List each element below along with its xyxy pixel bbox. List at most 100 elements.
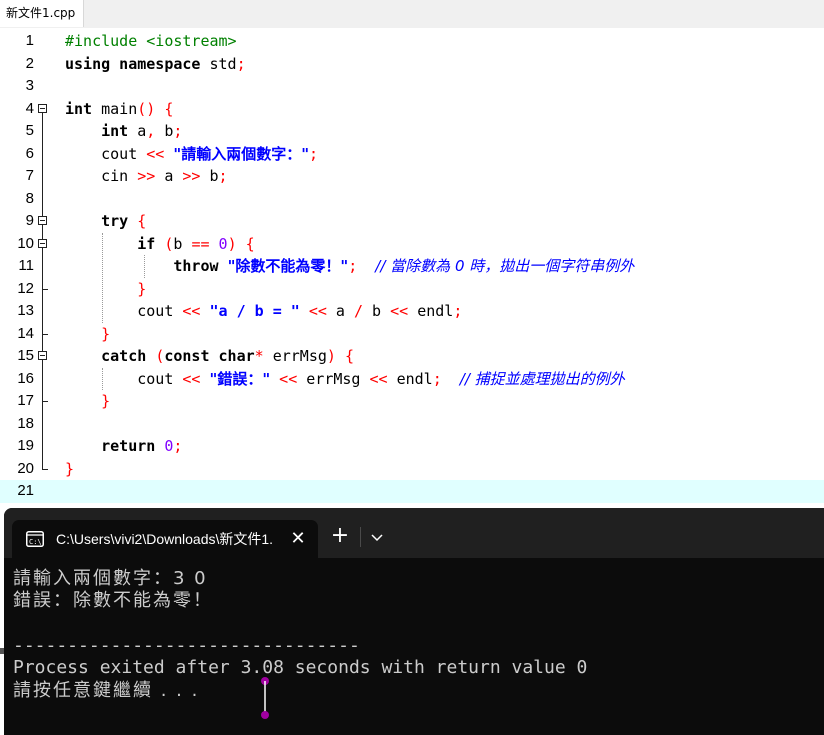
code-token: ; xyxy=(173,437,183,455)
line-number: 6 xyxy=(25,144,34,162)
code-token: ; xyxy=(453,302,463,320)
code-text: int a, b; xyxy=(65,120,182,142)
code-line[interactable]: 14 } xyxy=(0,323,824,346)
code-text: int main() { xyxy=(65,98,173,120)
code-line[interactable]: 21 xyxy=(0,480,824,503)
new-tab-button[interactable]: + xyxy=(329,525,351,547)
code-token: try xyxy=(101,212,129,230)
code-token: ; xyxy=(236,54,246,73)
code-text: #include <iostream> xyxy=(65,30,237,52)
code-token: b xyxy=(173,234,192,253)
code-token: int xyxy=(101,122,129,140)
indent-guide xyxy=(102,232,103,323)
editor-tab-strip: 新文件1.cpp xyxy=(0,0,824,29)
code-token: ; xyxy=(432,369,442,388)
line-number: 21 xyxy=(17,482,34,499)
code-line[interactable]: 4 int main() { xyxy=(0,98,824,121)
code-text: } xyxy=(65,278,146,300)
code-line[interactable]: 3 xyxy=(0,75,824,98)
code-line[interactable]: 10 if (b == 0) { xyxy=(0,233,824,256)
code-token: cin xyxy=(65,167,138,185)
code-text: cout << "a / b = " << a / b << endl; xyxy=(65,300,462,322)
fold-toggle-icon[interactable] xyxy=(38,103,47,113)
code-token: #include <iostream> xyxy=(65,32,237,50)
code-token: a xyxy=(155,167,183,185)
code-line[interactable]: 20} xyxy=(0,458,824,481)
code-text: if (b == 0) { xyxy=(65,233,254,255)
code-text: cout << "錯誤：" << errMsg << endl; // 捕捉並處… xyxy=(65,368,625,390)
code-text: using namespace std; xyxy=(65,53,246,75)
code-token: == xyxy=(191,234,210,253)
line-number: 20 xyxy=(17,459,34,477)
code-text: } xyxy=(65,390,110,412)
code-text: cout << "請輸入兩個數字："; xyxy=(65,143,318,165)
code-line[interactable]: 19 return 0; xyxy=(0,435,824,458)
line-number: 4 xyxy=(25,99,34,117)
fold-toggle-icon[interactable] xyxy=(38,351,47,360)
console-line: 請按任意鍵繼續 . . . xyxy=(13,679,200,701)
code-line[interactable]: 9 try { xyxy=(0,210,824,233)
fold-toggle-icon[interactable] xyxy=(38,238,47,248)
code-line[interactable]: 8 xyxy=(0,188,824,211)
code-token: >> xyxy=(182,167,201,185)
code-token: throw xyxy=(173,257,219,275)
code-token: ; xyxy=(309,144,319,163)
code-line[interactable]: 18 xyxy=(0,413,824,436)
console-tab[interactable]: C:\ C:\Users\vivi2\Downloads\新文件1.exe ✕ xyxy=(12,520,318,558)
code-token: errMsg xyxy=(263,347,327,365)
code-line[interactable]: 5 int a, b; xyxy=(0,120,824,143)
code-line[interactable]: 13 cout << "a / b = " << a / b << endl; xyxy=(0,300,824,323)
fold-end-marker xyxy=(42,288,48,290)
code-token: b xyxy=(200,167,219,185)
code-token: cout xyxy=(65,369,183,388)
close-tab-button[interactable]: ✕ xyxy=(288,529,308,549)
line-number: 2 xyxy=(25,54,34,72)
line-number: 12 xyxy=(17,279,34,297)
code-line[interactable]: 15 catch (const char* errMsg) { xyxy=(0,345,824,368)
line-number: 11 xyxy=(18,257,34,274)
file-tab[interactable]: 新文件1.cpp xyxy=(0,0,85,27)
code-token: * xyxy=(254,347,264,365)
code-line[interactable]: 16 cout << "錯誤：" << errMsg << endl; // 捕… xyxy=(0,368,824,391)
line-number: 16 xyxy=(17,369,34,387)
code-line[interactable]: 11 throw "除數不能為零！"; // 當除數為 0 時，拋出一個字符串例… xyxy=(0,255,824,278)
code-line[interactable]: 6 cout << "請輸入兩個數字："; xyxy=(0,143,824,166)
code-token: ; xyxy=(348,257,358,275)
console-line: 錯誤：除數不能為零！ xyxy=(13,590,213,612)
code-line[interactable]: 7 cin >> a >> b; xyxy=(0,165,824,188)
console-line: 請輸入兩個數字：3 0 xyxy=(13,568,208,589)
chevron-down-icon[interactable] xyxy=(368,527,386,547)
code-token: "錯誤：" xyxy=(209,369,271,388)
code-token: ( xyxy=(155,347,165,365)
code-token: << xyxy=(146,144,165,163)
console-output[interactable]: 請輸入兩個數字：3 0 錯誤：除數不能為零！ -------------------… xyxy=(4,558,824,735)
code-token: const char xyxy=(164,347,255,365)
code-line[interactable]: 1 #include <iostream> xyxy=(0,30,824,53)
code-line[interactable]: 17 } xyxy=(0,390,824,413)
code-token: { xyxy=(137,212,147,230)
code-editor[interactable]: 1 #include <iostream> 2 using namespace std… xyxy=(0,28,824,506)
code-token: << xyxy=(279,369,298,388)
code-token: // 捕捉並處理拋出的例外 xyxy=(459,369,625,388)
fold-toggle-icon[interactable] xyxy=(38,216,47,225)
title-separator xyxy=(360,527,361,547)
terminal-icon: C:\ xyxy=(26,531,44,552)
code-line[interactable]: 2 using namespace std; xyxy=(0,53,824,76)
fold-end-marker xyxy=(42,401,48,402)
code-line[interactable]: 12 } xyxy=(0,278,824,301)
code-token: } xyxy=(101,324,111,343)
indent-guide xyxy=(144,255,145,278)
line-number: 13 xyxy=(17,302,34,319)
fold-end-marker xyxy=(42,333,48,335)
code-token: << xyxy=(308,302,327,320)
window-edge-mark xyxy=(0,648,4,654)
